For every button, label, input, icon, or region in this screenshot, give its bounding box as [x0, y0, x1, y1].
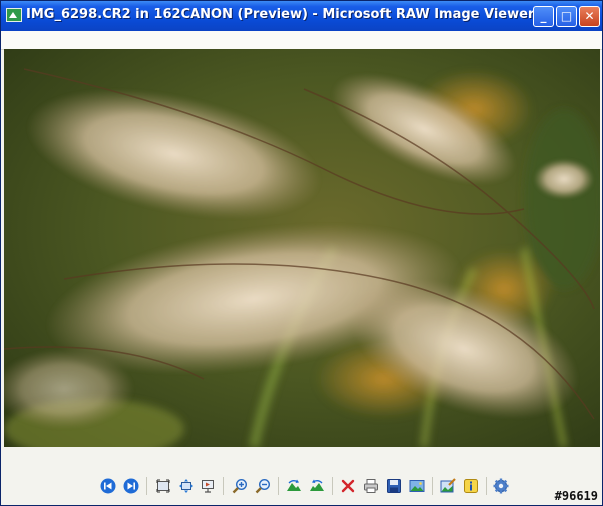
image-preview[interactable] [4, 49, 600, 447]
slideshow-button[interactable] [199, 477, 217, 495]
previous-image-button[interactable] [99, 477, 117, 495]
edit-button[interactable] [439, 477, 457, 495]
actual-size-icon [156, 479, 170, 493]
info-button[interactable] [462, 477, 480, 495]
app-icon [6, 8, 22, 22]
delete-icon [341, 479, 355, 493]
zoom-out-icon [255, 478, 271, 494]
zoom-in-icon [232, 478, 248, 494]
print-icon [364, 479, 378, 493]
open-image-button[interactable] [408, 477, 426, 495]
toolbar-separator [278, 477, 279, 495]
gear-icon [493, 478, 509, 494]
previous-icon [100, 478, 116, 494]
delete-button[interactable] [339, 477, 357, 495]
toolbar-separator [432, 477, 433, 495]
title-bar[interactable]: IMG_6298.CR2 in 162CANON (Preview) - Mic… [1, 1, 602, 31]
save-button[interactable] [385, 477, 403, 495]
watermark-text: #96619 [554, 489, 598, 503]
toolbar-separator [332, 477, 333, 495]
actual-size-button[interactable] [154, 477, 172, 495]
settings-button[interactable] [492, 477, 510, 495]
viewer-toolbar: #96619 [1, 448, 602, 505]
menu-bar [1, 31, 602, 50]
next-icon [123, 478, 139, 494]
rotate-counterclockwise-icon [310, 479, 324, 491]
toolbar-separator [223, 477, 224, 495]
minimize-button[interactable]: _ [533, 6, 554, 27]
image-icon [409, 480, 425, 492]
info-icon [464, 479, 478, 493]
rotate-counterclockwise-button[interactable] [308, 477, 326, 495]
edit-icon [440, 478, 456, 493]
raw-image-viewer-window: IMG_6298.CR2 in 162CANON (Preview) - Mic… [0, 0, 603, 506]
best-fit-button[interactable] [177, 477, 195, 495]
close-button[interactable]: ✕ [579, 6, 600, 27]
save-icon [387, 479, 401, 493]
toolbar-separator [146, 477, 147, 495]
print-button[interactable] [362, 477, 380, 495]
toolbar-separator [486, 477, 487, 495]
best-fit-icon [179, 479, 193, 493]
next-image-button[interactable] [122, 477, 140, 495]
window-title: IMG_6298.CR2 in 162CANON (Preview) - Mic… [26, 7, 535, 22]
rotate-clockwise-button[interactable] [285, 477, 303, 495]
maximize-button[interactable]: □ [556, 6, 577, 27]
rotate-clockwise-icon [287, 479, 301, 491]
zoom-in-button[interactable] [231, 477, 249, 495]
slideshow-icon [202, 480, 214, 493]
pampas-grass-photo [4, 49, 600, 447]
zoom-out-button[interactable] [254, 477, 272, 495]
